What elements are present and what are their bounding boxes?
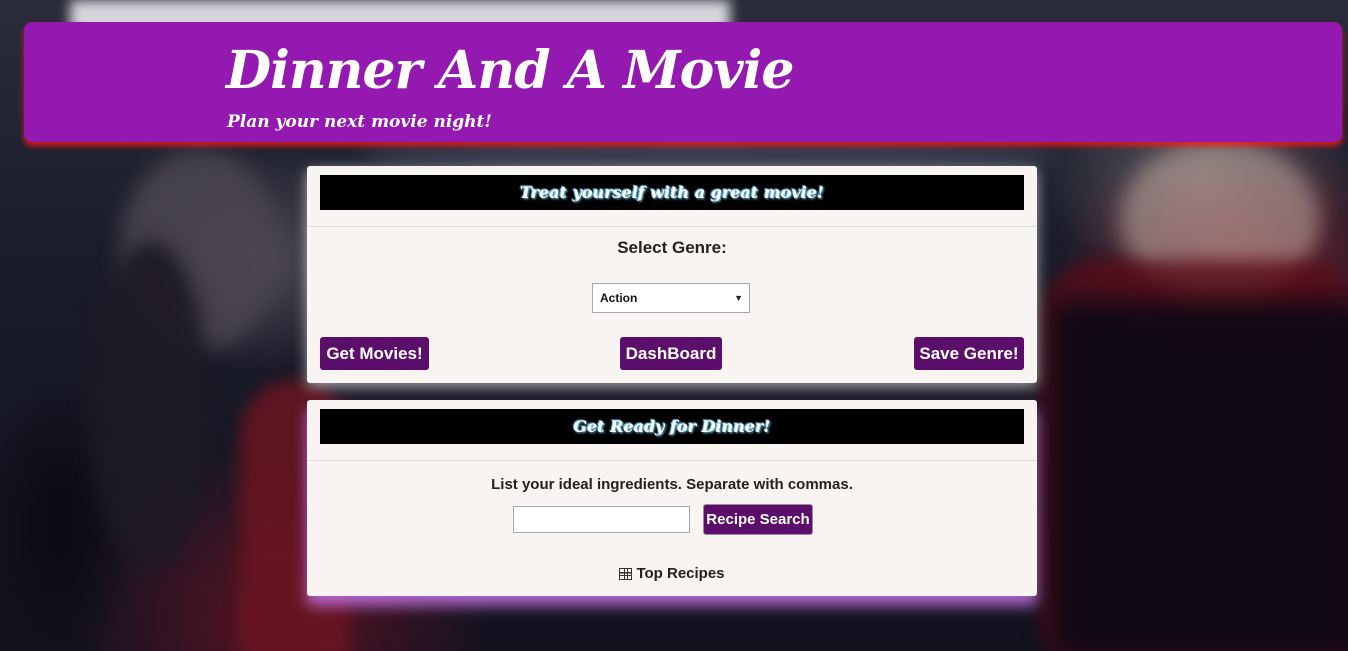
background-figure — [90, 240, 210, 570]
get-movies-button[interactable]: Get Movies! — [320, 337, 429, 370]
site-header: Dinner And A Movie Plan your next movie … — [24, 22, 1342, 142]
table-icon — [619, 567, 633, 580]
dinner-card: Get Ready for Dinner! List your ideal in… — [307, 400, 1037, 596]
ingredients-label: List your ideal ingredients. Separate wi… — [491, 476, 853, 493]
dinner-heading-bar: Get Ready for Dinner! — [320, 409, 1024, 444]
select-genre-label: Select Genre: — [617, 238, 727, 257]
top-recipes-link[interactable]: Top Recipes — [307, 565, 1037, 582]
movie-heading: Treat yourself with a great movie! — [519, 183, 825, 202]
top-recipes-label: Top Recipes — [636, 565, 725, 582]
recipe-search-button[interactable]: Recipe Search — [703, 504, 813, 535]
genre-select[interactable]: Action ▼ — [592, 283, 750, 313]
dashboard-button[interactable]: DashBoard — [620, 337, 722, 370]
movie-heading-bar: Treat yourself with a great movie! — [320, 175, 1024, 210]
chevron-down-icon: ▼ — [734, 293, 743, 303]
movie-card: Treat yourself with a great movie! Selec… — [307, 166, 1037, 383]
background-shadow — [1050, 300, 1348, 651]
dinner-card-header: Get Ready for Dinner! — [307, 400, 1037, 461]
save-genre-button[interactable]: Save Genre! — [914, 337, 1024, 370]
ingredients-input[interactable] — [513, 506, 690, 533]
dinner-heading: Get Ready for Dinner! — [573, 417, 771, 436]
page-title: Dinner And A Movie — [226, 40, 794, 101]
page-subtitle: Plan your next movie night! — [227, 112, 492, 132]
movie-card-header: Treat yourself with a great movie! — [307, 166, 1037, 227]
genre-select-value: Action — [600, 291, 638, 305]
